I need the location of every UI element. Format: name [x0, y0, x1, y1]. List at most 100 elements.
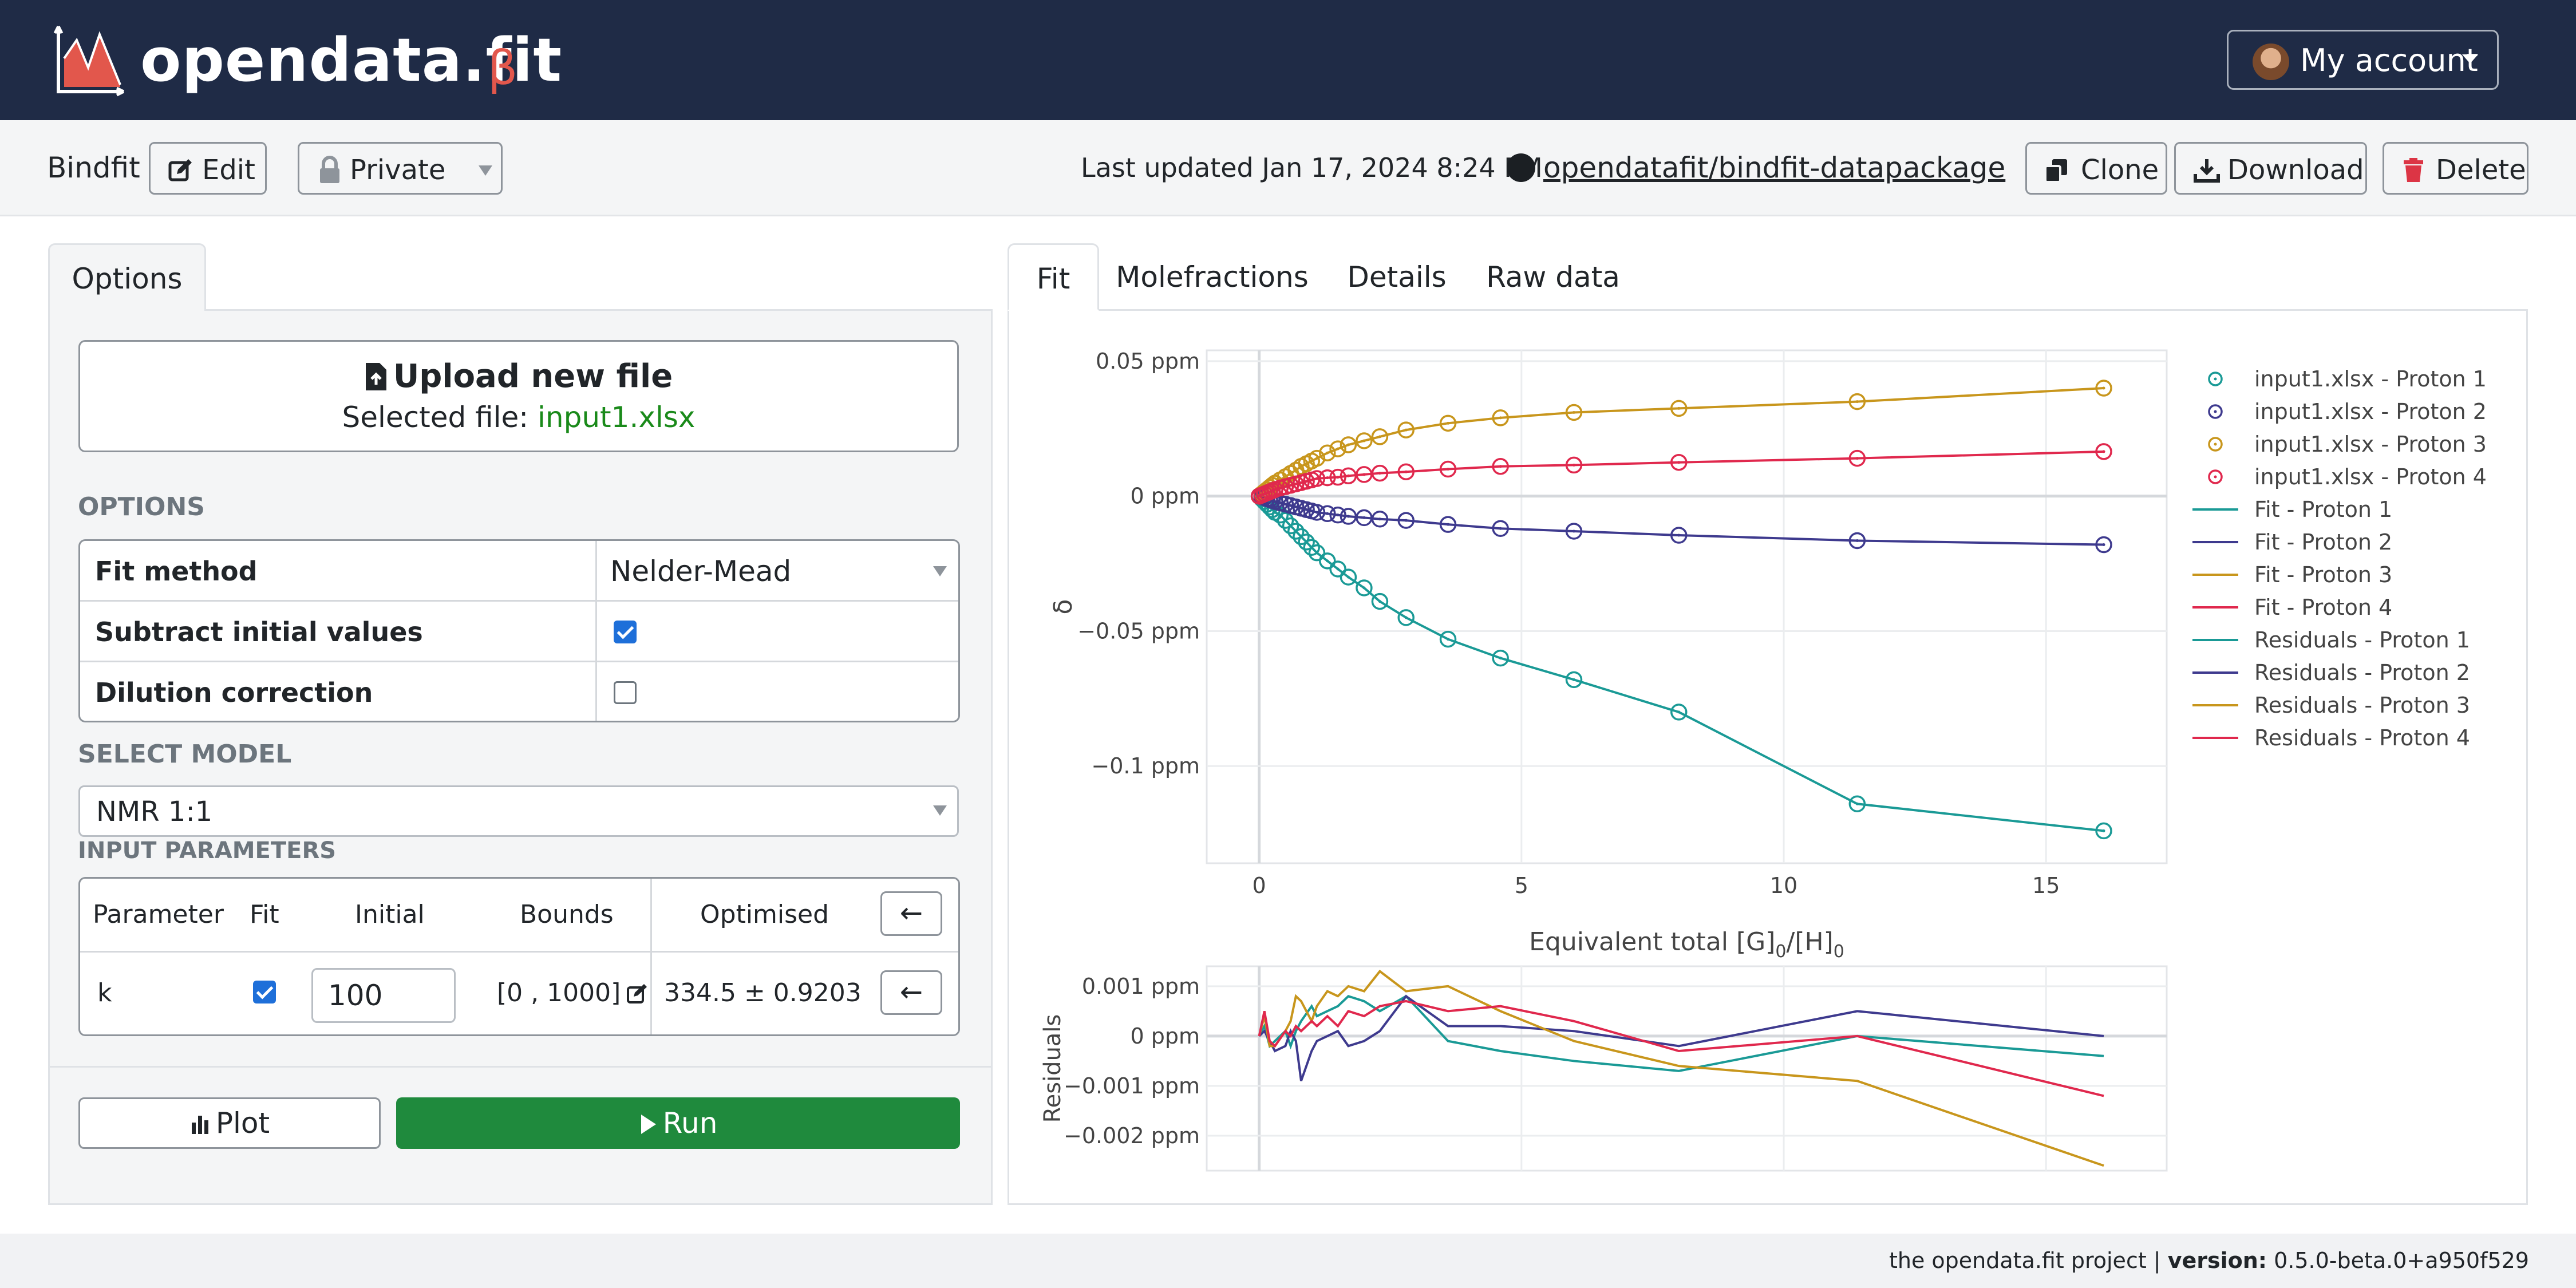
legend-label: Residuals - Proton 1 [2254, 627, 2470, 653]
visibility-select[interactable]: Private [298, 142, 503, 195]
column-header: Parameter [93, 900, 224, 929]
data-point-center [1677, 710, 1681, 714]
version-value: 0.5.0-beta.0+a950f529 [2267, 1248, 2529, 1273]
x-tick-label: 5 [1515, 873, 1528, 898]
run-button[interactable]: Run [396, 1097, 960, 1149]
use-optimised-arrow-button[interactable]: ← [880, 970, 942, 1015]
project-name: Bindfit [47, 151, 140, 184]
trash-icon [2404, 158, 2423, 182]
delete-label: Delete [2436, 154, 2526, 186]
upload-title: Upload new file [80, 358, 957, 396]
data-point-center [1378, 435, 1381, 438]
divider [595, 541, 597, 600]
divider [48, 1066, 993, 1068]
edit-icon [168, 159, 192, 181]
fit-method-select[interactable]: Nelder-Mead [610, 541, 791, 602]
data-point-center [1346, 515, 1350, 518]
parameter-name: k [97, 978, 112, 1008]
legend-label: Residuals - Proton 3 [2254, 693, 2470, 718]
data-point-center [1378, 472, 1381, 475]
chevron-down-icon [933, 805, 947, 816]
tab-fit[interactable]: Fit [1008, 243, 1099, 311]
dilution-correction-checkbox[interactable] [614, 681, 637, 704]
footer-project: the opendata.fit project | [1888, 1248, 2168, 1273]
option-row-subtract-initial: Subtract initial values [80, 600, 958, 661]
bounds-value: [0 , 1000] [497, 953, 649, 1033]
divider [650, 879, 652, 1034]
clone-button[interactable]: Clone [2025, 142, 2167, 195]
select-model-heading: SELECT MODEL [78, 740, 292, 769]
data-point-center [1336, 476, 1340, 479]
column-header: Fit [250, 900, 279, 929]
data-point-center [1315, 457, 1318, 460]
edit-button[interactable]: Edit [149, 142, 267, 195]
data-point-center [1572, 530, 1575, 533]
my-account-button[interactable]: My account [2227, 30, 2499, 90]
legend-marker-center [2214, 410, 2217, 413]
legend-label: Fit - Proton 1 [2254, 497, 2392, 522]
data-point-center [1677, 406, 1681, 410]
legend-marker-center [2214, 377, 2217, 381]
options-table: Fit method Nelder-Mead Subtract initial … [78, 539, 960, 722]
data-point-center [2102, 543, 2105, 547]
lock-icon [320, 156, 339, 183]
y-tick-label: −0.002 ppm [1064, 1123, 1200, 1148]
selected-file-text: Selected file: input1.xlsx [80, 399, 957, 436]
x-tick-label: 10 [1770, 873, 1797, 898]
data-point-center [1499, 657, 1502, 660]
file-upload-icon [365, 363, 386, 390]
version-text: the opendata.fit project | version: 0.5.… [1889, 1243, 2529, 1278]
divider [595, 662, 597, 721]
data-point-center [1677, 534, 1681, 537]
delete-button[interactable]: Delete [2383, 142, 2528, 195]
model-value: NMR 1:1 [96, 796, 213, 828]
column-header: Bounds [520, 900, 614, 929]
data-point-center [1362, 473, 1366, 476]
fit-k-checkbox[interactable] [253, 981, 276, 1003]
upload-file-box[interactable]: Upload new file Selected file: input1.xl… [78, 340, 959, 452]
x-axis-label: Equivalent total [G]0/[H]0 [1529, 927, 1844, 962]
option-row-dilution: Dilution correction [80, 661, 958, 721]
plot-button[interactable]: Plot [78, 1097, 381, 1149]
caret-down-icon [2462, 54, 2478, 64]
tab-details[interactable]: Details [1334, 243, 1460, 311]
subtract-initial-checkbox[interactable] [614, 621, 637, 643]
data-point-center [1855, 400, 1859, 404]
legend-marker-center [2214, 442, 2217, 446]
y-tick-label: 0 ppm [1130, 484, 1200, 509]
x-tick-label: 15 [2032, 873, 2060, 898]
data-point-center [1326, 512, 1329, 515]
data-point-center [1572, 463, 1575, 467]
tab-molefractions[interactable]: Molefractions [1111, 243, 1314, 311]
data-point-center [1404, 519, 1408, 522]
model-select[interactable]: NMR 1:1 [78, 785, 959, 837]
download-button[interactable]: Download [2174, 142, 2367, 195]
fit-chart[interactable]: 0 5 10 15 0.05 ppm 0 ppm −0.05 ppm −0.1 ppm 0.00… [1009, 321, 2520, 1202]
legend-label: input1.xlsx - Proton 3 [2254, 432, 2487, 457]
residuals-axis-label: Residuals [1040, 1014, 1066, 1123]
tab-raw-data[interactable]: Raw data [1481, 243, 1625, 311]
data-point-center [1326, 451, 1329, 455]
tab-options[interactable]: Options [48, 243, 206, 311]
fit-method-label: Fit method [95, 556, 258, 587]
data-point-center [1346, 575, 1350, 579]
data-point-center [1315, 511, 1318, 514]
download-icon [2194, 159, 2220, 183]
avatar [2253, 44, 2289, 80]
initial-value-input[interactable]: 100 [311, 968, 456, 1023]
data-point-center [1315, 477, 1318, 480]
data-point-center [1336, 567, 1340, 571]
data-point-center [1404, 428, 1408, 432]
y-tick-label: −0.001 ppm [1064, 1073, 1200, 1099]
data-point-center [1447, 638, 1450, 641]
edit-bounds-icon[interactable] [626, 983, 649, 1005]
download-label: Download [2227, 154, 2364, 186]
copy-all-arrow-button[interactable]: ← [880, 891, 942, 936]
repository-link[interactable]: opendatafit/bindfit-datapackage [1543, 145, 2005, 191]
opendata-logo-icon[interactable] [53, 23, 127, 97]
option-row-fit-method: Fit method Nelder-Mead [80, 541, 958, 602]
edit-label: Edit [202, 154, 255, 186]
data-point-center [1346, 443, 1350, 447]
my-account-label: My account [2300, 42, 2478, 78]
data-point-center [1378, 517, 1381, 521]
